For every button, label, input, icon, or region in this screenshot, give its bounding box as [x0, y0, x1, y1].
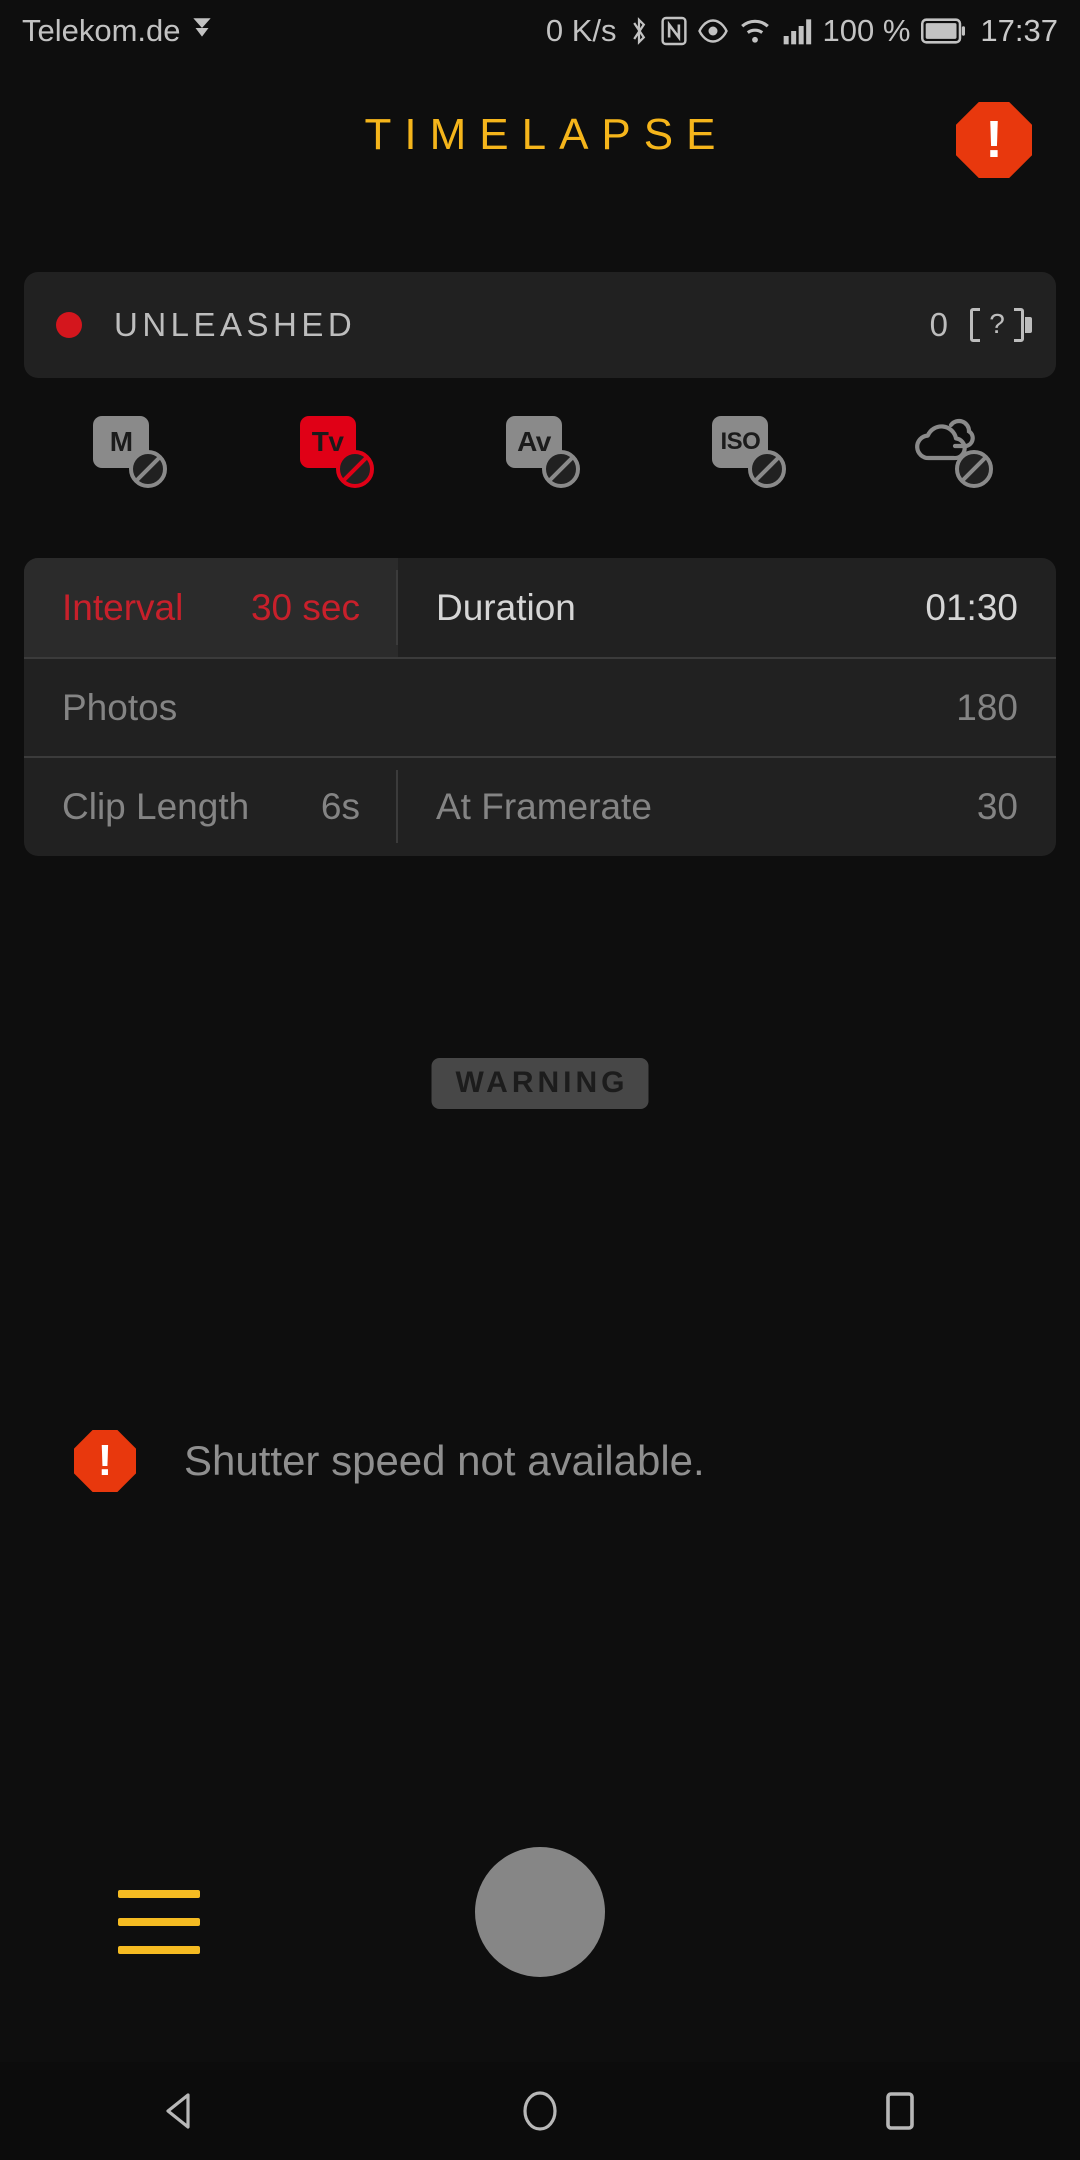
shutter-button[interactable]: [475, 1847, 605, 1977]
battery-unknown-value: ?: [980, 306, 1014, 342]
status-bar-right: 0 K/s: [546, 13, 1058, 49]
setting-duration[interactable]: Duration 01:30: [398, 558, 1056, 657]
play-arrow-icon: [189, 13, 215, 49]
mode-cloud[interactable]: [850, 412, 1056, 488]
prohibited-icon: [955, 450, 993, 488]
mode-manual[interactable]: M: [24, 412, 230, 488]
setting-clip-length[interactable]: Clip Length 6s: [24, 758, 398, 855]
setting-photos[interactable]: Photos 180: [24, 659, 1056, 756]
bluetooth-icon: [628, 15, 650, 47]
device-status-dot-icon: [56, 312, 82, 338]
hamburger-menu-icon[interactable]: [118, 1890, 200, 1954]
app-header: TIMELAPSE !: [0, 80, 1080, 190]
setting-interval[interactable]: Interval 30 sec: [24, 558, 398, 657]
wifi-icon: [739, 18, 771, 44]
prohibited-icon: [748, 450, 786, 488]
setting-framerate-label: At Framerate: [436, 786, 652, 828]
android-navigation-bar: [0, 2062, 1080, 2160]
recents-square-icon: [880, 2087, 920, 2135]
warning-octagon-icon: !: [74, 1430, 136, 1492]
clock-label: 17:37: [980, 13, 1058, 49]
warning-octagon-icon: !: [956, 102, 1032, 178]
error-message-label: Shutter speed not available.: [184, 1437, 705, 1485]
exclamation-glyph: !: [98, 1439, 113, 1483]
setting-duration-value: 01:30: [925, 587, 1018, 629]
device-card[interactable]: UNLEASHED 0 ?: [24, 272, 1056, 378]
nav-recents-button[interactable]: [800, 2062, 1000, 2160]
setting-duration-label: Duration: [436, 587, 576, 629]
setting-photos-value: 180: [956, 687, 1018, 729]
setting-framerate-value: 30: [977, 786, 1018, 828]
nfc-icon: [661, 16, 687, 46]
mode-aperture-priority-icon: Av: [498, 412, 582, 488]
app-screen: Telekom.de 0 K/s: [0, 0, 1080, 2160]
data-rate-label: 0 K/s: [546, 13, 617, 49]
device-name-label: UNLEASHED: [114, 306, 356, 344]
device-row: UNLEASHED 0 ?: [24, 272, 1056, 378]
mode-manual-icon: M: [85, 412, 169, 488]
setting-photos-label: Photos: [62, 687, 177, 729]
timelapse-settings-table: Interval 30 sec Duration 01:30 Photos 18…: [24, 558, 1056, 856]
header-warning-button[interactable]: !: [956, 102, 1032, 178]
page-title: TIMELAPSE: [352, 110, 729, 160]
nav-back-button[interactable]: [80, 2062, 280, 2160]
mode-aperture-priority[interactable]: Av: [437, 412, 643, 488]
hamburger-line: [118, 1946, 200, 1954]
back-triangle-icon: [156, 2087, 204, 2135]
setting-framerate[interactable]: At Framerate 30: [398, 758, 1056, 855]
device-meta: 0 ?: [930, 306, 1024, 344]
nav-home-button[interactable]: [440, 2062, 640, 2160]
home-circle-icon: [518, 2087, 562, 2135]
device-count-label: 0: [930, 306, 948, 344]
setting-clip-length-label: Clip Length: [62, 786, 249, 828]
prohibited-icon: [336, 450, 374, 488]
prohibited-icon: [129, 450, 167, 488]
settings-row: Clip Length 6s At Framerate 30: [24, 756, 1056, 855]
battery-unknown-icon: ?: [970, 308, 1024, 342]
battery-nub: [1025, 317, 1032, 333]
error-message-row: ! Shutter speed not available.: [74, 1430, 705, 1492]
mode-shutter-priority[interactable]: Tv: [230, 412, 436, 488]
setting-clip-length-value: 6s: [321, 786, 360, 828]
battery-percent-label: 100 %: [823, 13, 911, 49]
mode-shutter-priority-icon: Tv: [292, 412, 376, 488]
carrier-label: Telekom.de: [22, 13, 181, 49]
battery-icon: [921, 18, 965, 44]
status-bar-left: Telekom.de: [22, 13, 215, 49]
mode-iso[interactable]: ISO: [643, 412, 849, 488]
setting-interval-value: 30 sec: [251, 587, 360, 629]
signal-icon: [782, 17, 812, 45]
camera-mode-row: M Tv Av ISO: [24, 400, 1056, 500]
mode-iso-icon: ISO: [704, 412, 788, 488]
prohibited-icon: [542, 450, 580, 488]
hamburger-line: [118, 1918, 200, 1926]
setting-interval-label: Interval: [62, 587, 183, 629]
hamburger-line: [118, 1890, 200, 1898]
warning-badge: WARNING: [432, 1058, 649, 1109]
eye-care-icon: [698, 18, 728, 44]
status-bar: Telekom.de 0 K/s: [0, 0, 1080, 62]
settings-row: Interval 30 sec Duration 01:30: [24, 558, 1056, 657]
settings-row: Photos 180: [24, 657, 1056, 756]
mode-cloud-icon: [911, 412, 995, 488]
exclamation-glyph: !: [985, 114, 1002, 166]
